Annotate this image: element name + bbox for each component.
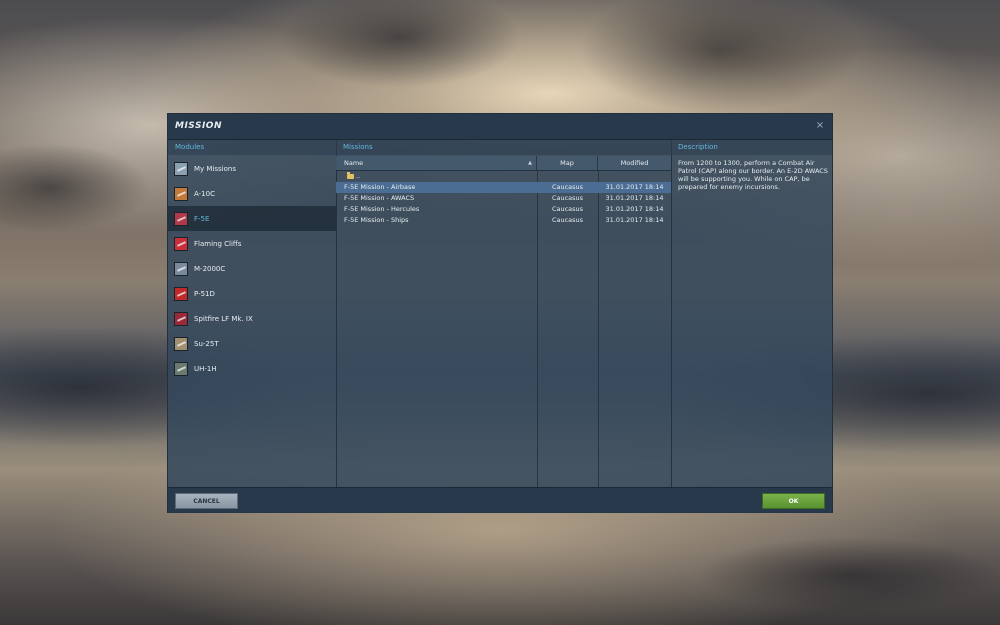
ok-button[interactable]: OK [762, 493, 825, 509]
title-bar: MISSION × [168, 114, 832, 140]
sort-ascending-icon: ▲ [528, 160, 532, 166]
mission-dialog: MISSION × Modules My Missions A-10C F-5E Fl… [167, 113, 833, 513]
description-panel: Description From 1200 to 1300, perform a… [671, 140, 832, 487]
module-label: M-2000C [194, 264, 226, 273]
module-label: My Missions [194, 164, 236, 173]
missions-panel: Missions Name ▲ Map Modified .. F-5E Mis… [336, 140, 672, 487]
mission-modified: 31.01.2017 18:14 [605, 216, 664, 224]
spitfire-icon [174, 311, 188, 326]
mission-modified: 31.01.2017 18:14 [605, 205, 664, 213]
missions-header: Missions [336, 140, 671, 155]
mission-name: F-5E Mission - Hercules [344, 205, 420, 213]
cancel-button[interactable]: CANCEL [175, 493, 238, 509]
description-header: Description [671, 140, 832, 155]
folder-icon [347, 172, 354, 179]
modules-panel: Modules My Missions A-10C F-5E Flaming Clif… [168, 140, 337, 487]
mission-map: Caucasus [551, 216, 584, 224]
su25t-icon [174, 336, 188, 351]
mission-name: F-5E Mission - Airbase [344, 183, 416, 191]
mission-name: F-5E Mission - Ships [344, 216, 409, 224]
module-label: Su-25T [194, 339, 219, 348]
module-label: Flaming Cliffs [194, 239, 242, 248]
module-label: Spitfire LF Mk. IX [194, 314, 253, 323]
mission-name: F-5E Mission - AWACS [344, 194, 415, 202]
mission-row[interactable]: F-5E Mission - Airbase Caucasus 31.01.2017… [336, 182, 671, 193]
module-label: A-10C [194, 189, 215, 198]
module-item[interactable]: P-51D [168, 281, 336, 306]
module-item[interactable]: Flaming Cliffs [168, 231, 336, 256]
mission-map: Caucasus [551, 183, 584, 191]
mission-row[interactable]: F-5E Mission - Hercules Caucasus 31.01.201… [336, 204, 671, 215]
column-header-modified[interactable]: Modified [598, 156, 671, 170]
f5e-icon [174, 211, 188, 226]
module-item[interactable]: Su-25T [168, 331, 336, 356]
column-header-map[interactable]: Map [537, 156, 598, 170]
module-item[interactable]: My Missions [168, 156, 336, 181]
uh1h-icon [174, 361, 188, 376]
mission-row[interactable]: F-5E Mission - Ships Caucasus 31.01.2017 1… [336, 215, 671, 226]
p51d-icon [174, 286, 188, 301]
column-name-label: Name [344, 159, 364, 167]
my-missions-icon [174, 161, 188, 176]
m2000c-icon [174, 261, 188, 276]
close-icon[interactable]: × [814, 120, 826, 132]
module-label: UH-1H [194, 364, 217, 373]
mission-description: From 1200 to 1300, perform a Combat Air … [678, 159, 828, 191]
flaming-cliffs-icon [174, 236, 188, 251]
dialog-title: MISSION [175, 121, 222, 131]
parent-folder-label: .. [356, 172, 361, 180]
parent-folder-row[interactable]: .. [336, 171, 671, 182]
module-label: F-5E [194, 214, 210, 223]
modules-header: Modules [168, 140, 336, 155]
module-list: My Missions A-10C F-5E Flaming Cliffs M-2000… [168, 156, 336, 381]
mission-map: Caucasus [551, 205, 584, 213]
module-item[interactable]: M-2000C [168, 256, 336, 281]
module-item[interactable]: Spitfire LF Mk. IX [168, 306, 336, 331]
column-header-name[interactable]: Name ▲ [336, 156, 537, 170]
module-item[interactable]: UH-1H [168, 356, 336, 381]
mission-modified: 31.01.2017 18:14 [605, 183, 664, 191]
a10c-icon [174, 186, 188, 201]
missions-table-header: Name ▲ Map Modified [336, 156, 671, 171]
missions-table-body: .. F-5E Mission - Airbase Caucasus 31.01.2… [336, 171, 671, 226]
module-item[interactable]: F-5E [168, 206, 336, 231]
mission-row[interactable]: F-5E Mission - AWACS Caucasus 31.01.2017 1… [336, 193, 671, 204]
module-label: P-51D [194, 289, 215, 298]
mission-modified: 31.01.2017 18:14 [605, 194, 664, 202]
dialog-footer: CANCEL OK [168, 487, 832, 513]
module-item[interactable]: A-10C [168, 181, 336, 206]
mission-map: Caucasus [551, 194, 584, 202]
